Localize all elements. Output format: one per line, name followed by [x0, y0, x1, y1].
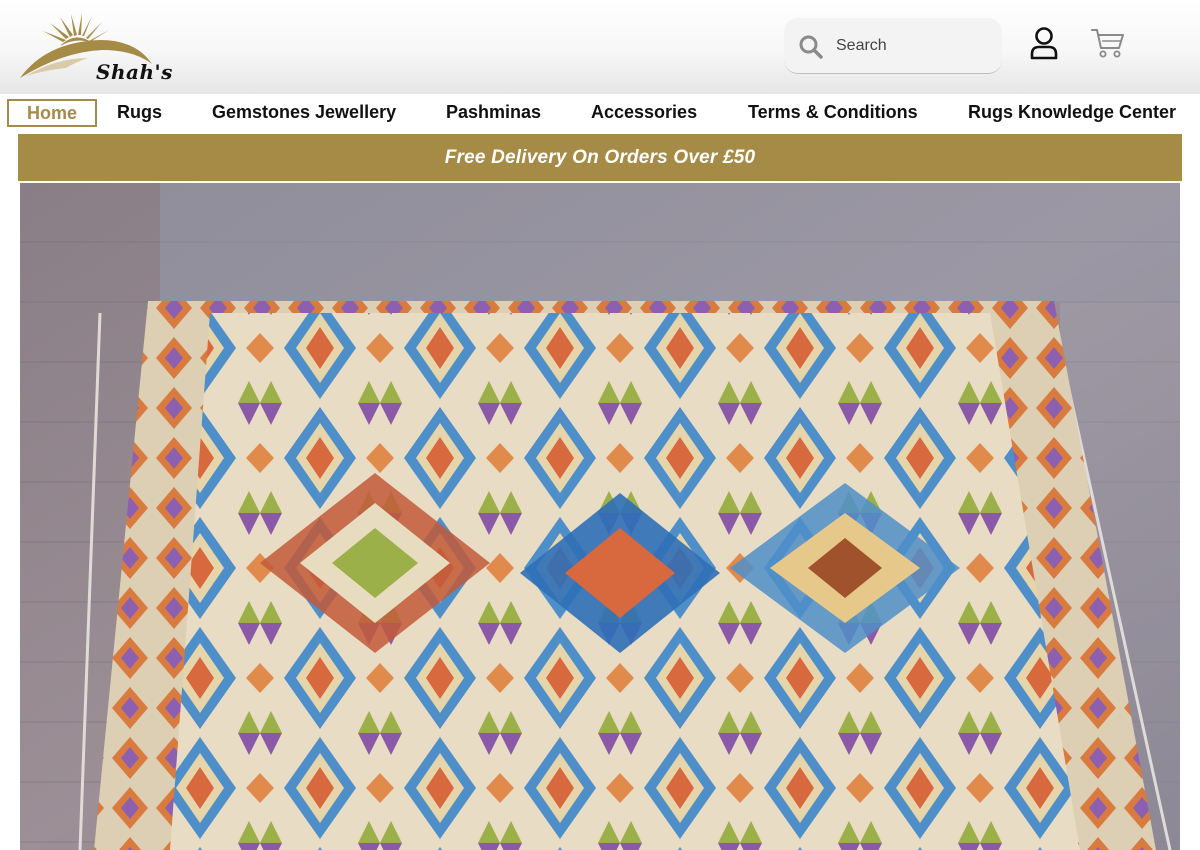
site-header: Shah's: [0, 0, 1200, 94]
main-navigation: Home Rugs Gemstones Jewellery Pashminas …: [0, 96, 1200, 130]
logo-wordmark: Shah's: [96, 60, 173, 84]
nav-item-pashminas[interactable]: Pashminas: [446, 96, 541, 128]
nav-item-rugs[interactable]: Rugs: [117, 96, 162, 128]
user-icon[interactable]: [1028, 26, 1060, 60]
promo-text: Free Delivery On Orders Over £50: [444, 146, 756, 168]
brand-logo[interactable]: Shah's: [16, 6, 172, 86]
cart-icon[interactable]: [1090, 26, 1126, 60]
search-input[interactable]: [836, 32, 986, 60]
nav-item-home[interactable]: Home: [7, 99, 98, 127]
search-bar[interactable]: [784, 18, 1002, 74]
nav-item-terms-conditions[interactable]: Terms & Conditions: [748, 96, 918, 128]
nav-item-accessories[interactable]: Accessories: [591, 96, 697, 128]
nav-item-gemstones-jewellery[interactable]: Gemstones Jewellery: [212, 96, 396, 128]
promo-banner: Free Delivery On Orders Over £50: [18, 134, 1182, 181]
nav-item-rugs-knowledge-center[interactable]: Rugs Knowledge Center: [968, 96, 1176, 128]
search-icon[interactable]: [798, 34, 824, 60]
kilim-rug-photo: [20, 183, 1180, 850]
hero-rug-image[interactable]: [20, 183, 1180, 850]
